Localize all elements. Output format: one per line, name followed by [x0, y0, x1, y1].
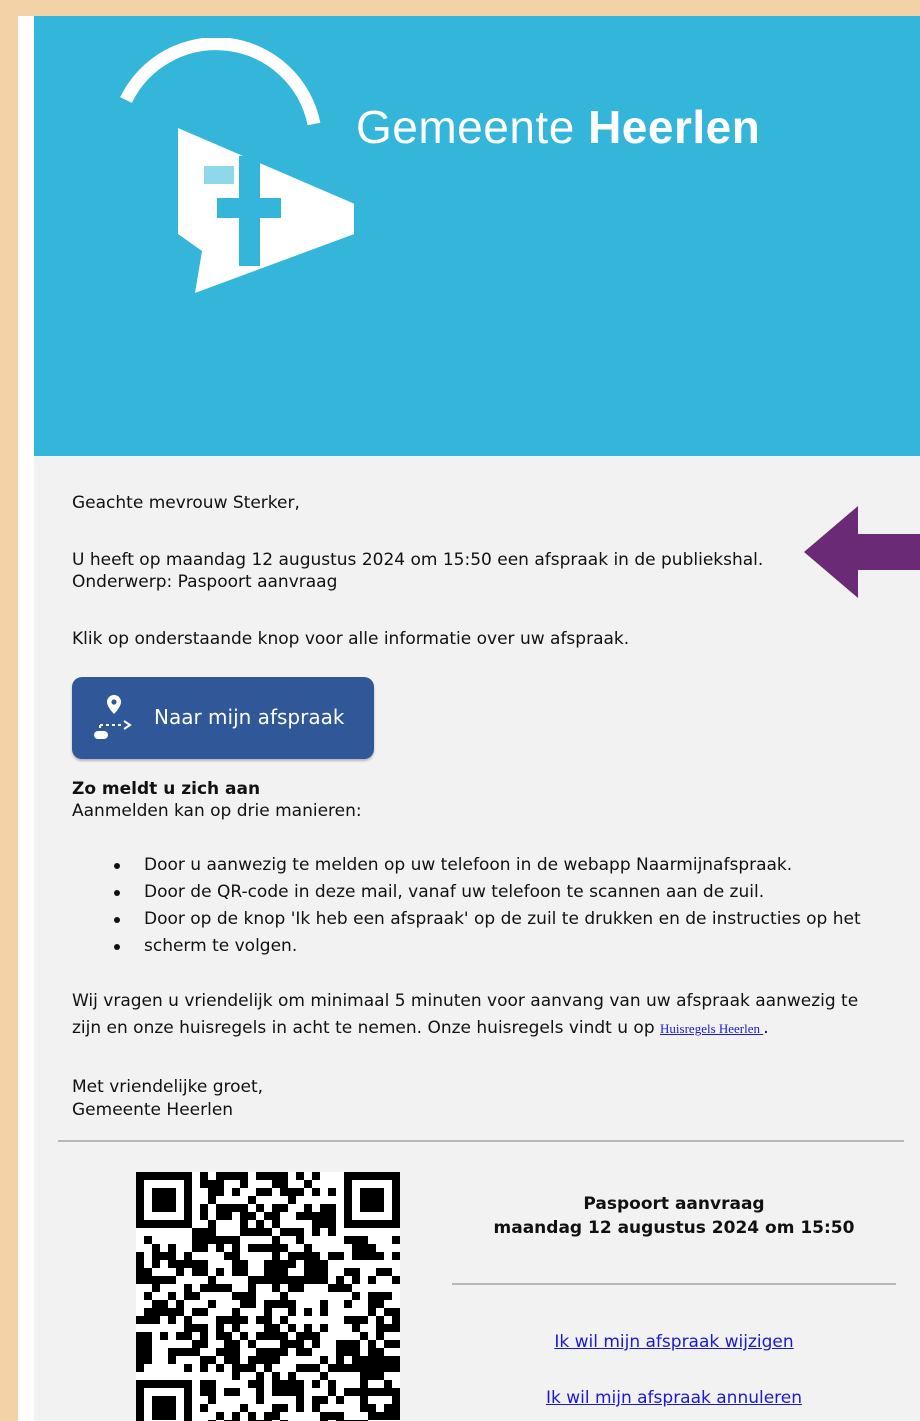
header-banner: Gemeente Heerlen: [34, 16, 920, 456]
cancel-appointment-link[interactable]: Ik wil mijn afspraak annuleren: [546, 1388, 802, 1408]
signin-intro: Aanmelden kan op drie manieren:: [72, 801, 362, 821]
location-route-icon: [94, 695, 132, 739]
closing: Met vriendelijke groet,: [72, 1077, 264, 1097]
house-rules-link[interactable]: Huisregels Heerlen: [660, 1021, 763, 1036]
request-text: zijn en onze huisregels in acht te nemen…: [72, 1018, 661, 1038]
request-line-1: Wij vragen u vriendelijk om minimaal 5 m…: [72, 991, 859, 1011]
footer-divider: [452, 1283, 896, 1285]
brand-bold: Heerlen: [588, 101, 761, 153]
signin-heading: Zo meldt u zich aan: [72, 779, 261, 799]
appointment-datetime: maandag 12 augustus 2024 om 15:50: [493, 1218, 855, 1238]
open-appointment-label: Naar mijn afspraak: [154, 705, 345, 729]
appointment-line: U heeft op maandag 12 augustus 2024 om 1…: [72, 550, 764, 570]
outer-frame: Gemeente Heerlen Geachte mevrouw Sterker…: [0, 0, 920, 1421]
subject-line: Onderwerp: Paspoort aanvraag: [72, 572, 338, 592]
list-item-continued: scherm te volgen.: [72, 933, 861, 960]
change-appointment-link[interactable]: Ik wil mijn afspraak wijzigen: [554, 1332, 793, 1352]
message-body: Geachte mevrouw Sterker, U heeft op maan…: [34, 456, 920, 1421]
open-appointment-button[interactable]: Naar mijn afspraak: [72, 677, 374, 759]
appointment-type: Paspoort aanvraag: [583, 1194, 765, 1214]
list-item: Door u aanwezig te melden op uw telefoon…: [72, 852, 861, 879]
brand-title: Gemeente Heerlen: [356, 100, 760, 154]
heerlen-logo-icon: [120, 38, 354, 293]
greeting: Geachte mevrouw Sterker,: [72, 493, 300, 513]
brand-light: Gemeente: [356, 101, 575, 153]
cancel-link-row: Ik wil mijn afspraak annuleren: [452, 1388, 896, 1408]
list-item: Door op de knop 'Ik heb een afspraak' op…: [72, 906, 861, 933]
signin-methods-list: Door u aanwezig te melden op uw telefoon…: [72, 852, 861, 960]
qr-code-icon: [136, 1172, 400, 1421]
request-line-2: zijn en onze huisregels in acht te nemen…: [72, 1017, 769, 1040]
email-container: Gemeente Heerlen Geachte mevrouw Sterker…: [18, 16, 920, 1421]
info-line: Klik op onderstaande knop voor alle info…: [72, 629, 630, 649]
list-item: Door de QR-code in deze mail, vanaf uw t…: [72, 879, 861, 906]
signature: Gemeente Heerlen: [72, 1100, 234, 1120]
divider: [58, 1140, 904, 1142]
request-end: .: [763, 1018, 769, 1038]
arrow-left-icon: [804, 506, 920, 598]
change-link-row: Ik wil mijn afspraak wijzigen: [452, 1332, 896, 1352]
